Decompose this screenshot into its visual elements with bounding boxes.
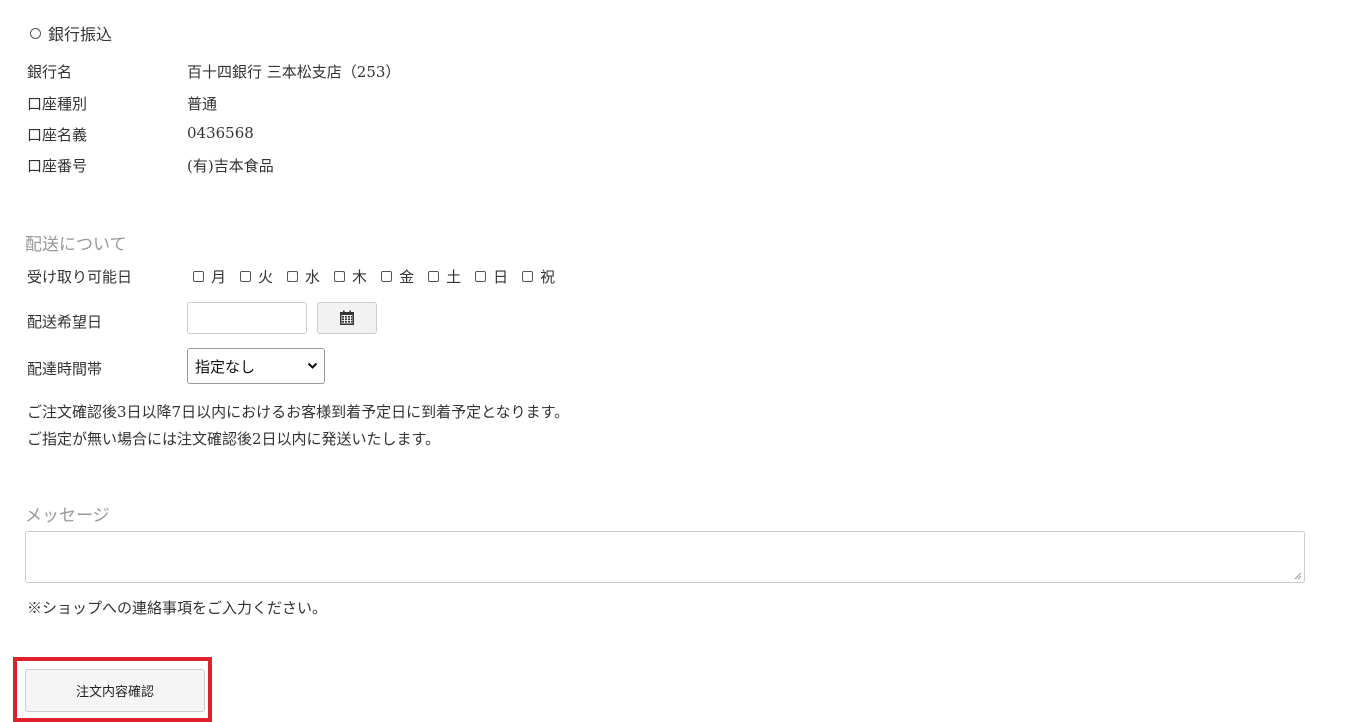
- bank-name-value: 百十四銀行 三本松支店（253）: [187, 63, 401, 81]
- message-textarea[interactable]: [25, 531, 1305, 583]
- message-heading: メッセージ: [25, 506, 110, 526]
- delivery-note-2: ご指定が無い場合には注文確認後2日以内に発送いたします。: [27, 430, 441, 448]
- account-holder-row: 口座名義 0436568: [27, 124, 254, 145]
- available-days-label: 受け取り可能日: [27, 268, 133, 286]
- account-number-value: (有)吉本食品: [187, 157, 274, 175]
- chevron-down-icon: [307, 362, 318, 369]
- day-checkbox-sun[interactable]: 日: [475, 266, 508, 287]
- resize-grip-icon[interactable]: [1294, 572, 1302, 580]
- day-checkbox-wed[interactable]: 水: [287, 266, 320, 287]
- bank-transfer-radio[interactable]: [30, 27, 41, 39]
- desired-date-input[interactable]: [187, 302, 307, 334]
- day-label: 金: [399, 268, 415, 286]
- checkbox[interactable]: [475, 271, 487, 282]
- available-days-group: 月 火 水 木 金 土 日 祝: [193, 266, 569, 287]
- day-checkbox-holiday[interactable]: 祝: [522, 266, 555, 287]
- time-slot-select[interactable]: 指定なし: [187, 348, 325, 384]
- checkbox[interactable]: [287, 271, 299, 282]
- bank-transfer-label: 銀行振込: [48, 25, 113, 44]
- account-type-row: 口座種別 普通: [27, 93, 217, 114]
- day-checkbox-thu[interactable]: 木: [334, 266, 367, 287]
- time-slot-label: 配達時間帯: [27, 360, 103, 378]
- time-slot-selected: 指定なし: [195, 358, 256, 376]
- day-label: 祝: [540, 268, 556, 286]
- account-number-row: 口座番号 (有)吉本食品: [27, 155, 274, 176]
- day-label: 日: [493, 268, 509, 286]
- delivery-note-1: ご注文確認後3日以降7日以内におけるお客様到着予定日に到着予定となります。: [27, 403, 570, 421]
- desired-date-label: 配送希望日: [27, 313, 103, 331]
- delivery-heading: 配送について: [25, 235, 127, 255]
- bank-name-key: 銀行名: [27, 63, 73, 81]
- checkbox[interactable]: [522, 271, 534, 282]
- day-label: 木: [352, 268, 368, 286]
- day-label: 土: [446, 268, 462, 286]
- bank-name-row: 銀行名 百十四銀行 三本松支店（253）: [27, 61, 400, 82]
- calendar-button[interactable]: [317, 302, 377, 334]
- day-checkbox-tue[interactable]: 火: [240, 266, 273, 287]
- day-checkbox-mon[interactable]: 月: [193, 266, 226, 287]
- checkbox[interactable]: [240, 271, 252, 282]
- day-label: 火: [258, 268, 274, 286]
- account-number-key: 口座番号: [27, 157, 88, 175]
- day-checkbox-fri[interactable]: 金: [381, 266, 414, 287]
- account-holder-key: 口座名義: [27, 126, 88, 144]
- message-note: ※ショップへの連絡事項をご入力ください。: [27, 599, 328, 617]
- account-holder-value: 0436568: [187, 124, 254, 142]
- bank-transfer-option[interactable]: 銀行振込: [30, 21, 112, 45]
- checkbox[interactable]: [381, 271, 393, 282]
- day-checkbox-sat[interactable]: 土: [428, 266, 461, 287]
- account-type-key: 口座種別: [27, 95, 88, 113]
- checkbox[interactable]: [428, 271, 440, 282]
- calendar-icon: [340, 310, 354, 325]
- day-label: 水: [305, 268, 321, 286]
- checkbox[interactable]: [334, 271, 346, 282]
- checkbox[interactable]: [193, 271, 204, 282]
- account-type-value: 普通: [187, 95, 218, 113]
- order-confirm-button[interactable]: 注文内容確認: [25, 669, 205, 712]
- day-label: 月: [211, 268, 227, 286]
